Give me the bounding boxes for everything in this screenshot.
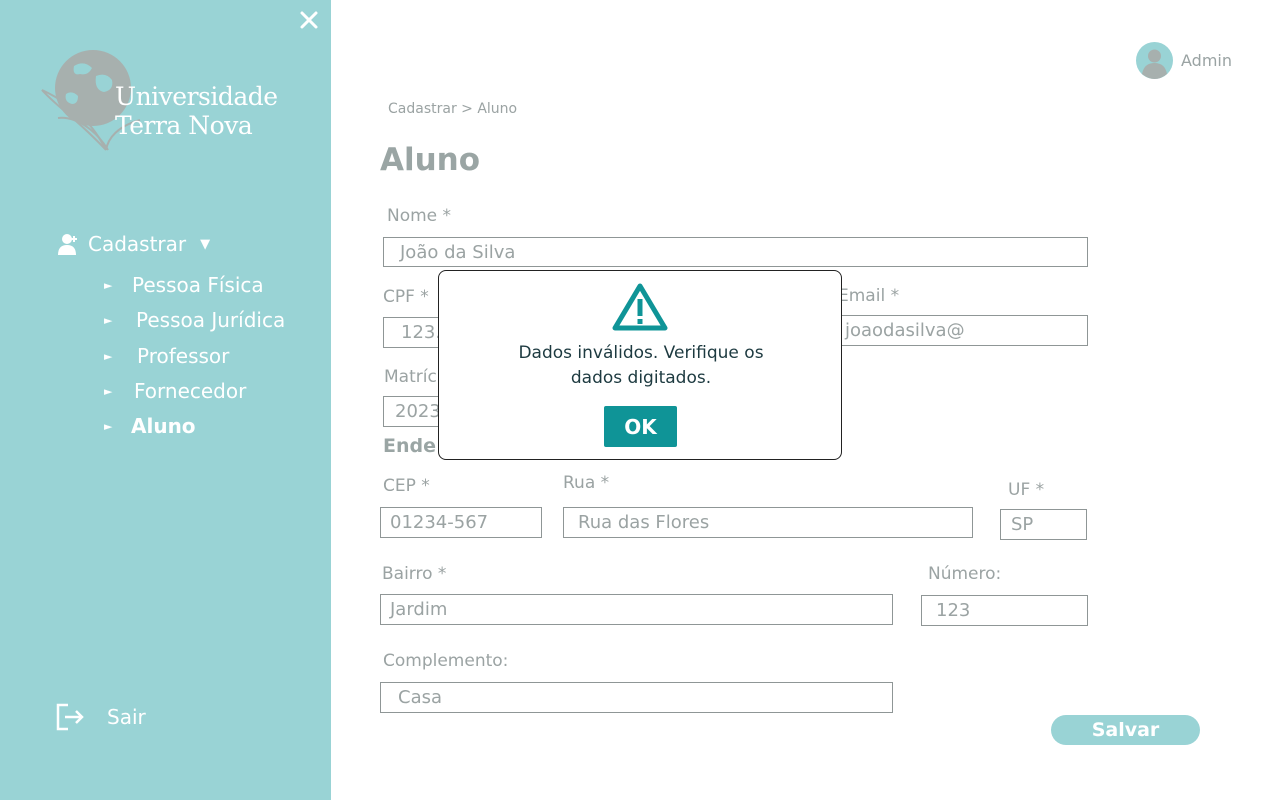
email-label: Email * [838, 286, 900, 306]
logout-icon [56, 703, 84, 731]
sidebar-item-label: Professor [137, 344, 230, 368]
nome-label: Nome * [387, 206, 452, 226]
breadcrumb: Cadastrar > Aluno [388, 101, 518, 117]
sidebar: Universidade Terra Nova Cadastrar ▼ ► Pe… [0, 0, 331, 800]
sidebar-item-pessoa-fisica[interactable]: ► Pessoa Física [104, 271, 264, 299]
nome-field[interactable]: João da Silva [383, 237, 1088, 267]
logo-line-2: Terra Nova [115, 111, 253, 140]
add-user-icon [58, 234, 77, 255]
error-dialog: Dados inválidos. Verifique os dados digi… [438, 270, 842, 460]
arrow-right-icon: ► [104, 384, 113, 398]
menu-cadastrar[interactable]: Cadastrar ▼ [58, 230, 210, 258]
complemento-label: Complemento: [383, 651, 509, 671]
warning-icon [612, 283, 668, 331]
address-section-title: Ende [383, 435, 436, 457]
numero-label: Número: [928, 564, 1002, 584]
caret-down-icon: ▼ [200, 236, 211, 252]
logout-button[interactable]: Sair [55, 702, 146, 732]
uf-label: UF * [1008, 480, 1045, 500]
avatar [1136, 42, 1173, 79]
arrow-right-icon: ► [104, 278, 113, 292]
rua-label: Rua * [563, 473, 610, 493]
ok-button[interactable]: OK [604, 406, 677, 447]
bairro-field[interactable]: Jardim [380, 594, 893, 625]
sidebar-item-fornecedor[interactable]: ► Fornecedor [104, 377, 246, 405]
cpf-label: CPF * [383, 287, 429, 307]
arrow-right-icon: ► [104, 313, 113, 327]
matricula-label: Matríc [384, 367, 437, 387]
complemento-field[interactable]: Casa [380, 682, 893, 713]
close-icon[interactable] [297, 8, 321, 32]
arrow-right-icon: ► [104, 349, 113, 363]
rua-field[interactable]: Rua das Flores [563, 507, 973, 538]
save-button[interactable]: Salvar [1051, 715, 1200, 745]
sidebar-item-aluno[interactable]: ► Aluno [104, 412, 196, 440]
sidebar-item-pessoa-juridica[interactable]: ► Pessoa Jurídica [104, 306, 285, 334]
sidebar-item-label: Pessoa Física [132, 273, 264, 297]
sidebar-item-label: Fornecedor [134, 379, 247, 403]
bairro-label: Bairro * [382, 564, 447, 584]
arrow-right-icon: ► [104, 419, 113, 433]
logo-text: Universidade Terra Nova [115, 82, 278, 140]
uf-field[interactable]: SP [1000, 509, 1087, 540]
numero-field[interactable]: 123 [921, 595, 1088, 626]
user-menu[interactable]: Admin [1136, 42, 1232, 79]
sidebar-item-label: Pessoa Jurídica [136, 308, 286, 332]
sidebar-item-professor[interactable]: ► Professor [104, 342, 229, 370]
cep-field[interactable]: 01234-567 [380, 507, 542, 538]
logout-label: Sair [107, 705, 146, 729]
dialog-message: Dados inválidos. Verifique os dados digi… [518, 343, 764, 388]
menu-cadastrar-label: Cadastrar [88, 232, 187, 256]
sidebar-item-label: Aluno [131, 414, 196, 438]
user-label: Admin [1181, 51, 1232, 70]
cep-label: CEP * [383, 476, 430, 496]
page-title: Aluno [380, 142, 481, 178]
logo-line-1: Universidade [115, 82, 278, 111]
